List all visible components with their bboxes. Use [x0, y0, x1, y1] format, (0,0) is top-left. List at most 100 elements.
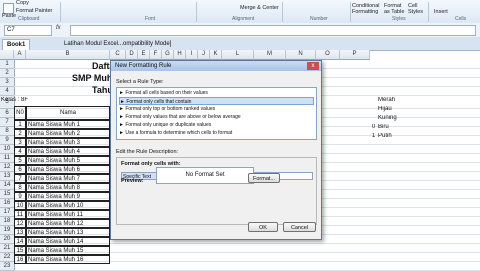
- conditional-formatting-button[interactable]: Conditional Formatting: [352, 3, 388, 15]
- row-header[interactable]: 7: [0, 118, 15, 127]
- student-no-cell[interactable]: 3: [14, 138, 26, 147]
- row-header[interactable]: 21: [0, 244, 15, 253]
- student-no-cell[interactable]: 4: [14, 147, 26, 156]
- student-name-cell[interactable]: Nama Siswa Muh 12: [26, 219, 110, 228]
- row-header[interactable]: 14: [0, 181, 15, 190]
- column-header-g[interactable]: G: [162, 50, 174, 60]
- row-header[interactable]: 3: [0, 78, 15, 87]
- column-header-l[interactable]: L: [222, 50, 254, 60]
- row-header[interactable]: 4: [0, 87, 15, 96]
- format-as-table-button[interactable]: Format as Table: [384, 3, 408, 15]
- student-name-cell[interactable]: Nama Siswa Muh 2: [26, 129, 110, 138]
- legend-color-label[interactable]: Kuning: [378, 115, 397, 121]
- column-header-f[interactable]: F: [150, 50, 162, 60]
- column-header-o[interactable]: O: [316, 50, 340, 60]
- row-header[interactable]: 6: [0, 109, 15, 118]
- student-no-cell[interactable]: 5: [14, 156, 26, 165]
- student-name-cell[interactable]: Nama Siswa Muh 8: [26, 183, 110, 192]
- row-header[interactable]: 20: [0, 235, 15, 244]
- workbook-tab-book1[interactable]: Book1: [2, 39, 31, 50]
- column-header-j[interactable]: J: [198, 50, 210, 60]
- student-name-cell[interactable]: Nama Siswa Muh 5: [26, 156, 110, 165]
- student-no-cell[interactable]: 10: [14, 201, 26, 210]
- student-no-cell[interactable]: 2: [14, 129, 26, 138]
- student-name-cell[interactable]: Nama Siswa Muh 10: [26, 201, 110, 210]
- student-name-cell[interactable]: Nama Siswa Muh 3: [26, 138, 110, 147]
- student-name-cell[interactable]: Nama Siswa Muh 4: [26, 147, 110, 156]
- student-no-cell[interactable]: 9: [14, 192, 26, 201]
- student-name-cell[interactable]: Nama Siswa Muh 6: [26, 165, 110, 174]
- student-name-cell[interactable]: Nama Siswa Muh 1: [26, 120, 110, 129]
- paste-button[interactable]: Paste: [2, 13, 16, 19]
- legend-code-cell[interactable]: 1: [372, 133, 375, 139]
- rule-item[interactable]: ► Format only unique or duplicate values: [119, 121, 314, 129]
- close-icon[interactable]: x: [307, 62, 319, 70]
- row-header[interactable]: 10: [0, 145, 15, 154]
- column-header-c[interactable]: C: [110, 50, 126, 60]
- student-name-cell[interactable]: Nama Siswa Muh 11: [26, 210, 110, 219]
- legend-color-label[interactable]: Biru: [378, 124, 389, 130]
- copy-button[interactable]: Copy: [16, 0, 29, 6]
- student-no-cell[interactable]: 7: [14, 174, 26, 183]
- student-no-cell[interactable]: 15: [14, 246, 26, 255]
- row-header[interactable]: 17: [0, 208, 15, 217]
- format-button[interactable]: Format...: [248, 173, 280, 183]
- row-header[interactable]: 16: [0, 199, 15, 208]
- legend-code-cell[interactable]: 0: [372, 124, 375, 130]
- rule-item[interactable]: ► Format only values that are above or b…: [119, 113, 314, 121]
- cell-styles-button[interactable]: Cell Styles: [408, 3, 426, 15]
- student-name-cell[interactable]: Nama Siswa Muh 16: [26, 255, 110, 264]
- header-nama[interactable]: Nama: [26, 106, 110, 120]
- rule-type-list[interactable]: ► Format all cells based on their values…: [116, 87, 317, 140]
- legend-color-label[interactable]: Merah: [378, 97, 395, 103]
- column-header-h[interactable]: H: [174, 50, 186, 60]
- row-header[interactable]: 22: [0, 253, 15, 262]
- row-header[interactable]: 19: [0, 226, 15, 235]
- formula-input[interactable]: [70, 25, 476, 36]
- student-no-cell[interactable]: 11: [14, 210, 26, 219]
- student-name-cell[interactable]: Nama Siswa Muh 15: [26, 246, 110, 255]
- ok-button[interactable]: OK: [248, 222, 278, 232]
- legend-color-label[interactable]: Putih: [378, 133, 392, 139]
- workbook-tab-latihan[interactable]: Latihan Modul Excel...ompatibility Mode]: [60, 39, 175, 49]
- format-painter-button[interactable]: Format Painter: [16, 8, 52, 14]
- student-no-cell[interactable]: 8: [14, 183, 26, 192]
- row-header[interactable]: 1: [0, 60, 15, 69]
- cancel-button[interactable]: Cancel: [283, 222, 316, 232]
- column-header-i[interactable]: I: [186, 50, 198, 60]
- student-name-cell[interactable]: Nama Siswa Muh 13: [26, 228, 110, 237]
- student-name-cell[interactable]: Nama Siswa Muh 14: [26, 237, 110, 246]
- merge-center-button[interactable]: Merge & Center: [240, 5, 279, 11]
- header-no[interactable]: N0: [14, 106, 26, 120]
- rule-item[interactable]: ► Use a formula to determine which cells…: [119, 129, 314, 137]
- column-header-a[interactable]: A: [14, 50, 26, 60]
- row-header[interactable]: 11: [0, 154, 15, 163]
- student-no-cell[interactable]: 16: [14, 255, 26, 264]
- select-all-corner[interactable]: [0, 50, 14, 60]
- rule-item[interactable]: ► Format all cells based on their values: [119, 89, 314, 97]
- column-header-m[interactable]: M: [254, 50, 286, 60]
- student-name-cell[interactable]: Nama Siswa Muh 9: [26, 192, 110, 201]
- row-header[interactable]: 13: [0, 172, 15, 181]
- rule-item[interactable]: ► Format only top or bottom ranked value…: [119, 105, 314, 113]
- name-box[interactable]: C7: [4, 25, 52, 36]
- legend-color-label[interactable]: Hijau: [378, 106, 392, 112]
- student-no-cell[interactable]: 6: [14, 165, 26, 174]
- row-header[interactable]: 9: [0, 136, 15, 145]
- column-header-p[interactable]: P: [340, 50, 370, 60]
- insert-button[interactable]: Insert: [434, 9, 448, 15]
- row-header[interactable]: 15: [0, 190, 15, 199]
- student-no-cell[interactable]: 13: [14, 228, 26, 237]
- fx-icon[interactable]: fx: [56, 25, 61, 31]
- column-header-b[interactable]: B: [26, 50, 110, 60]
- dialog-titlebar[interactable]: New Formatting Rule x: [111, 61, 321, 71]
- row-header[interactable]: 8: [0, 127, 15, 136]
- student-no-cell[interactable]: 1: [14, 120, 26, 129]
- rule-item-selected[interactable]: ► Format only cells that contain: [119, 97, 314, 105]
- column-header-n[interactable]: N: [286, 50, 316, 60]
- row-header[interactable]: 12: [0, 163, 15, 172]
- row-header[interactable]: 2: [0, 69, 15, 78]
- student-no-cell[interactable]: 12: [14, 219, 26, 228]
- row-header[interactable]: 18: [0, 217, 15, 226]
- column-header-e[interactable]: E: [138, 50, 150, 60]
